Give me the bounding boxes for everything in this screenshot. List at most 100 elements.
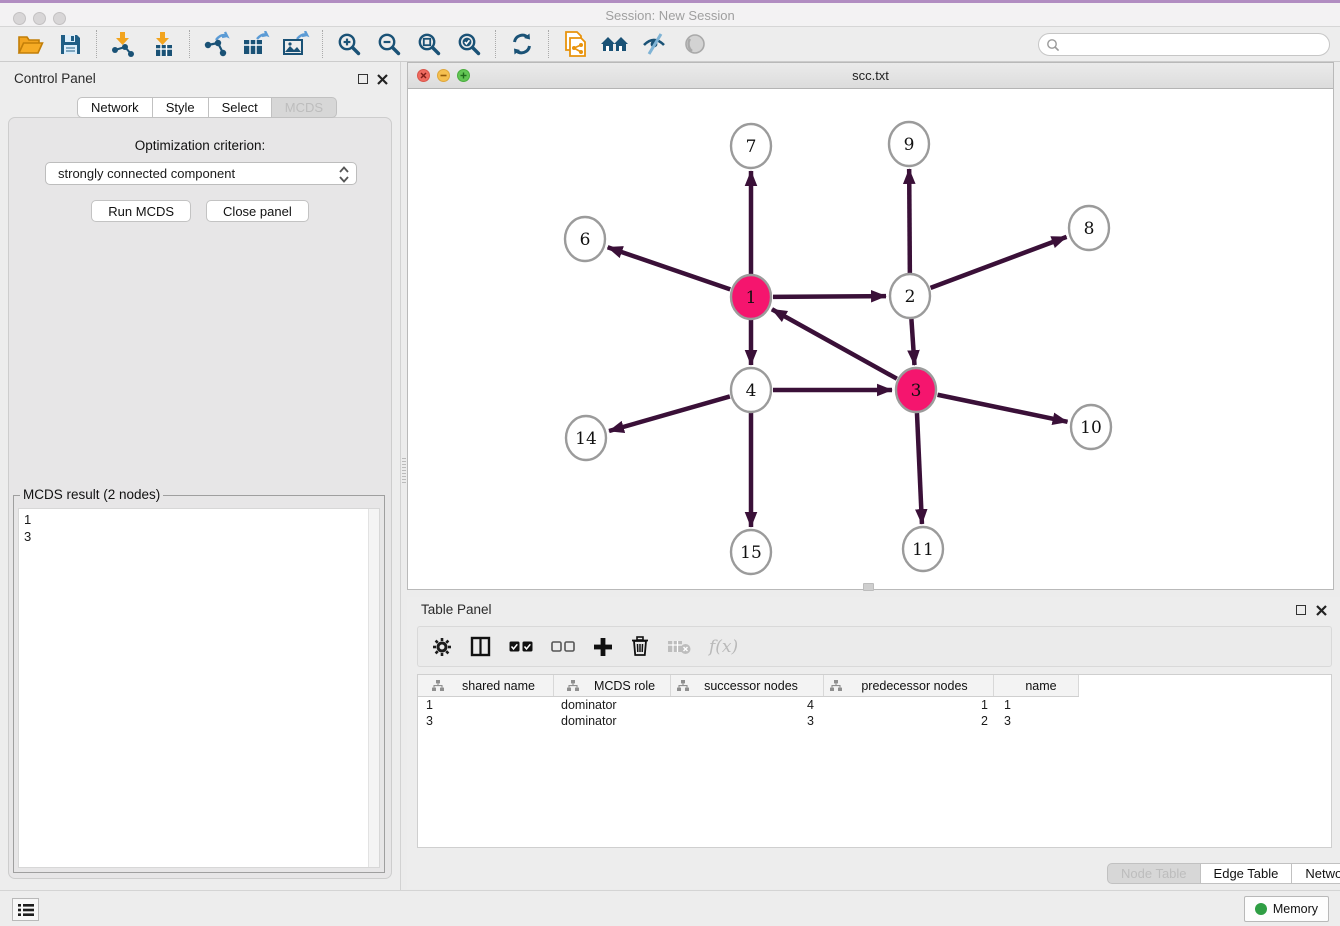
duplicate-network-button[interactable] [555,29,595,59]
import-table-icon [150,31,176,57]
graph-edge-3-11[interactable] [917,413,922,524]
show-column-panel-button[interactable] [470,636,491,657]
zoom-fit-button[interactable] [409,29,449,59]
graph-node-label-7: 7 [746,137,757,157]
hierarchy-icon [677,680,689,691]
close-table-panel-icon[interactable] [1316,605,1327,616]
result-line: 3 [24,528,374,545]
cell-successor-nodes[interactable]: 4 [671,698,824,712]
tab-style[interactable]: Style [153,97,209,118]
add-row-button[interactable] [593,637,613,657]
horizontal-splitter-grip[interactable] [863,583,874,591]
column-header-mcds-role[interactable]: MCDS role [554,675,671,696]
first-neighbors-button[interactable] [595,29,635,59]
table-toolbar: f(x) [417,626,1332,667]
graph-edge-1-6[interactable] [608,247,731,289]
table-tabs: Node Table Edge Table Network Table Moti… [1107,863,1340,884]
tab-select[interactable]: Select [209,97,272,118]
zoom-in-icon [337,32,361,56]
result-scrollbar[interactable] [368,509,379,867]
cell-predecessor-nodes[interactable]: 2 [824,714,994,728]
graph-node-label-14: 14 [575,429,597,449]
criterion-select[interactable]: strongly connected component [45,162,357,185]
network-window-titlebar[interactable]: scc.txt [408,63,1333,89]
graph-edge-2-8[interactable] [931,237,1067,288]
cell-successor-nodes[interactable]: 3 [671,714,824,728]
node-table[interactable]: shared name MCDS role successor nodes pr… [417,674,1332,848]
tab-mcds[interactable]: MCDS [272,97,337,118]
graph-node-label-9: 9 [904,135,915,155]
table-row[interactable]: 1 dominator 4 1 1 [418,697,1331,713]
column-header-predecessor-nodes[interactable]: predecessor nodes [824,675,994,696]
toolbar-separator [495,30,496,58]
zoom-out-icon [377,32,401,56]
tab-network[interactable]: Network [77,97,153,118]
cell-shared-name[interactable]: 3 [418,714,554,728]
delete-table-button[interactable] [667,639,691,655]
column-header-shared-name[interactable]: shared name [418,675,554,696]
float-panel-button[interactable] [358,74,368,84]
delete-row-button[interactable] [631,636,649,657]
tab-node-table[interactable]: Node Table [1107,863,1201,884]
memory-indicator-dot [1255,903,1267,915]
refresh-button[interactable] [502,29,542,59]
close-panel-icon[interactable] [377,74,388,85]
cell-shared-name[interactable]: 1 [418,698,554,712]
graph-edge-4-14[interactable] [609,396,730,431]
import-network-button[interactable] [103,29,143,59]
zoom-selected-button[interactable] [449,29,489,59]
table-row[interactable]: 3 dominator 3 2 3 [418,713,1331,729]
table-settings-button[interactable] [432,637,452,657]
deselect-all-button[interactable] [551,641,575,653]
control-panel-tabs: Network Style Select MCDS [77,97,337,118]
save-session-button[interactable] [50,29,90,59]
splitter-grip[interactable] [402,458,406,484]
graph-edge-2-9[interactable] [909,169,910,273]
graph-edge-1-2[interactable] [773,296,886,297]
graph-node-label-8: 8 [1084,219,1095,239]
graph-edge-3-1[interactable] [772,309,897,378]
cell-name[interactable]: 1 [994,698,1079,712]
memory-button[interactable]: Memory [1244,896,1329,922]
export-table-button[interactable] [236,29,276,59]
table-header-row: shared name MCDS role successor nodes pr… [418,675,1079,697]
status-bar: Memory [0,890,1340,926]
run-mcds-button[interactable]: Run MCDS [91,200,191,222]
mcds-result-text[interactable]: 1 3 [18,508,380,868]
cell-name[interactable]: 3 [994,714,1079,728]
zoom-out-button[interactable] [369,29,409,59]
tab-edge-table[interactable]: Edge Table [1201,863,1293,884]
graph-edge-3-10[interactable] [938,395,1068,422]
result-line: 1 [24,511,374,528]
show-all-button[interactable] [675,29,715,59]
search-input[interactable] [1065,38,1315,52]
column-header-name[interactable]: name [994,675,1079,696]
graph-edge-2-3[interactable] [911,319,914,365]
open-session-button[interactable] [10,29,50,59]
network-canvas[interactable]: 7968124314101511 [408,89,1333,589]
graph-node-label-3: 3 [911,381,922,401]
vertical-splitter[interactable] [400,62,407,890]
export-table-icon [242,31,270,57]
task-history-button[interactable] [12,898,39,921]
close-panel-button[interactable]: Close panel [206,200,309,222]
select-all-button[interactable] [509,641,533,653]
graph-node-label-15: 15 [740,543,762,563]
float-table-panel-button[interactable] [1296,605,1306,615]
import-table-button[interactable] [143,29,183,59]
control-panel-title: Control Panel [14,71,96,86]
graph-node-label-11: 11 [912,540,934,560]
zoom-in-button[interactable] [329,29,369,59]
function-builder-button[interactable]: f(x) [709,637,738,657]
export-network-button[interactable] [196,29,236,59]
column-header-successor-nodes[interactable]: successor nodes [671,675,824,696]
cell-predecessor-nodes[interactable]: 1 [824,698,994,712]
cell-mcds-role[interactable]: dominator [554,714,671,728]
hide-selected-button[interactable] [635,29,675,59]
network-graph[interactable]: 7968124314101511 [408,89,1333,589]
export-image-button[interactable] [276,29,316,59]
cell-mcds-role[interactable]: dominator [554,698,671,712]
tab-network-table[interactable]: Network Table [1292,863,1340,884]
app-title: Session: New Session [0,8,1340,23]
search-field[interactable] [1038,33,1330,56]
